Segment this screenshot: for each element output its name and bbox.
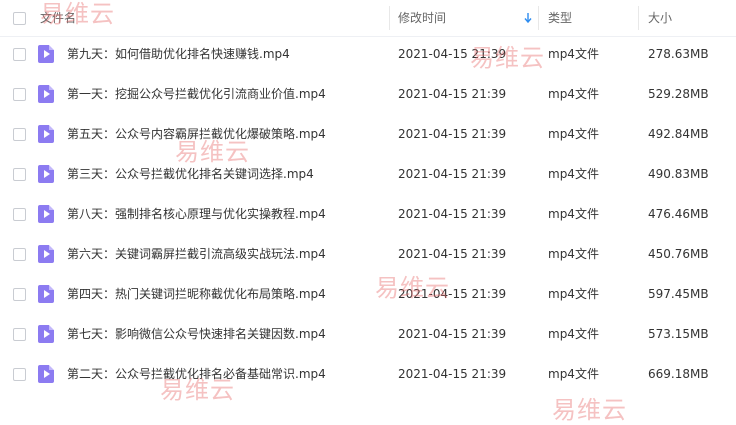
file-name[interactable]: 第二天：公众号拦截优化排名必备基础常识.mp4 [67, 354, 326, 394]
row-checkbox[interactable] [13, 248, 26, 261]
file-type: mp4文件 [548, 327, 599, 341]
file-row[interactable]: 第三天：公众号拦截优化排名关键词选择.mp4 2021-04-15 21:39 mp… [0, 154, 736, 194]
column-header-type[interactable]: 类型 [548, 0, 572, 36]
file-name[interactable]: 第三天：公众号拦截优化排名关键词选择.mp4 [67, 154, 314, 194]
file-type: mp4文件 [548, 207, 599, 221]
file-row[interactable]: 第六天：关键词霸屏拦截引流高级实战玩法.mp4 2021-04-15 21:39 m… [0, 234, 736, 274]
file-size: 597.45MB [648, 287, 709, 301]
file-size: 669.18MB [648, 367, 709, 381]
file-row[interactable]: 第七天：影响微信公众号快速排名关键因数.mp4 2021-04-15 21:39 m… [0, 314, 736, 354]
row-checkbox[interactable] [13, 168, 26, 181]
file-size: 529.28MB [648, 87, 709, 101]
video-file-icon [38, 85, 54, 103]
row-checkbox[interactable] [13, 128, 26, 141]
video-file-icon [38, 365, 54, 383]
file-name[interactable]: 第五天：公众号内容霸屏拦截优化爆破策略.mp4 [67, 114, 326, 154]
row-checkbox[interactable] [13, 288, 26, 301]
video-file-icon [38, 45, 54, 63]
video-file-icon [38, 165, 54, 183]
video-file-icon [38, 205, 54, 223]
row-checkbox[interactable] [13, 368, 26, 381]
file-row[interactable]: 第四天：热门关键词拦昵称截优化布局策略.mp4 2021-04-15 21:39 m… [0, 274, 736, 314]
column-divider[interactable] [389, 6, 390, 30]
file-size: 490.83MB [648, 167, 709, 181]
file-size: 573.15MB [648, 327, 709, 341]
file-modified-time: 2021-04-15 21:39 [398, 207, 507, 221]
file-modified-time: 2021-04-15 21:39 [398, 327, 507, 341]
file-name[interactable]: 第九天：如何借助优化排名快速赚钱.mp4 [67, 34, 290, 74]
sort-descending-icon[interactable] [524, 12, 532, 24]
file-name[interactable]: 第六天：关键词霸屏拦截引流高级实战玩法.mp4 [67, 234, 326, 274]
file-modified-time: 2021-04-15 21:39 [398, 47, 507, 61]
row-checkbox[interactable] [13, 48, 26, 61]
file-list-header: 文件名 修改时间 类型 大小 [0, 0, 736, 37]
column-header-size[interactable]: 大小 [648, 0, 672, 36]
column-header-modified[interactable]: 修改时间 [398, 0, 446, 36]
file-modified-time: 2021-04-15 21:39 [398, 287, 507, 301]
file-size: 278.63MB [648, 47, 709, 61]
file-modified-time: 2021-04-15 21:39 [398, 127, 507, 141]
file-type: mp4文件 [548, 247, 599, 261]
file-type: mp4文件 [548, 167, 599, 181]
file-name[interactable]: 第一天：挖掘公众号拦截优化引流商业价值.mp4 [67, 74, 326, 114]
file-type: mp4文件 [548, 87, 599, 101]
file-row[interactable]: 第一天：挖掘公众号拦截优化引流商业价值.mp4 2021-04-15 21:39 m… [0, 74, 736, 114]
video-file-icon [38, 285, 54, 303]
file-row[interactable]: 第五天：公众号内容霸屏拦截优化爆破策略.mp4 2021-04-15 21:39 m… [0, 114, 736, 154]
row-checkbox[interactable] [13, 208, 26, 221]
file-row[interactable]: 第九天：如何借助优化排名快速赚钱.mp4 2021-04-15 21:39 mp4文… [0, 34, 736, 74]
file-size: 492.84MB [648, 127, 709, 141]
file-row[interactable]: 第八天：强制排名核心原理与优化实操教程.mp4 2021-04-15 21:39 m… [0, 194, 736, 234]
column-divider[interactable] [638, 6, 639, 30]
video-file-icon [38, 125, 54, 143]
file-size: 476.46MB [648, 207, 709, 221]
file-name[interactable]: 第四天：热门关键词拦昵称截优化布局策略.mp4 [67, 274, 326, 314]
file-name[interactable]: 第八天：强制排名核心原理与优化实操教程.mp4 [67, 194, 326, 234]
file-size: 450.76MB [648, 247, 709, 261]
file-modified-time: 2021-04-15 21:39 [398, 247, 507, 261]
video-file-icon [38, 325, 54, 343]
file-type: mp4文件 [548, 367, 599, 381]
video-file-icon [38, 245, 54, 263]
select-all-checkbox[interactable] [13, 12, 26, 25]
column-divider[interactable] [538, 6, 539, 30]
row-checkbox[interactable] [13, 88, 26, 101]
watermark: 易维云 [552, 396, 627, 424]
file-type: mp4文件 [548, 47, 599, 61]
file-modified-time: 2021-04-15 21:39 [398, 87, 507, 101]
row-checkbox[interactable] [13, 328, 26, 341]
file-type: mp4文件 [548, 287, 599, 301]
file-name[interactable]: 第七天：影响微信公众号快速排名关键因数.mp4 [67, 314, 326, 354]
file-modified-time: 2021-04-15 21:39 [398, 167, 507, 181]
file-modified-time: 2021-04-15 21:39 [398, 367, 507, 381]
column-header-name[interactable]: 文件名 [40, 0, 76, 36]
file-row[interactable]: 第二天：公众号拦截优化排名必备基础常识.mp4 2021-04-15 21:39 m… [0, 354, 736, 394]
file-type: mp4文件 [548, 127, 599, 141]
